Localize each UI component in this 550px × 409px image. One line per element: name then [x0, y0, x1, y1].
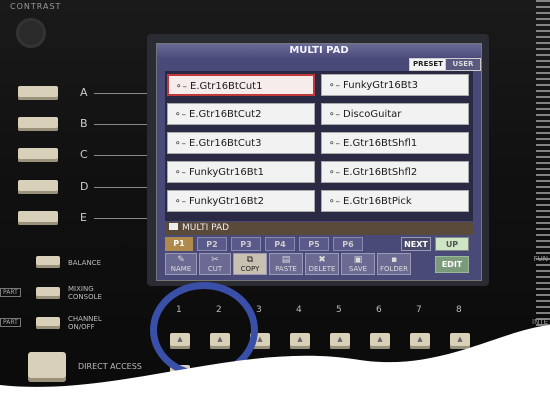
keyboard-panel: CONTRAST A B C D E BALANCE PART MIXING C… [0, 0, 550, 409]
bottom-wave-decoration [0, 325, 550, 409]
